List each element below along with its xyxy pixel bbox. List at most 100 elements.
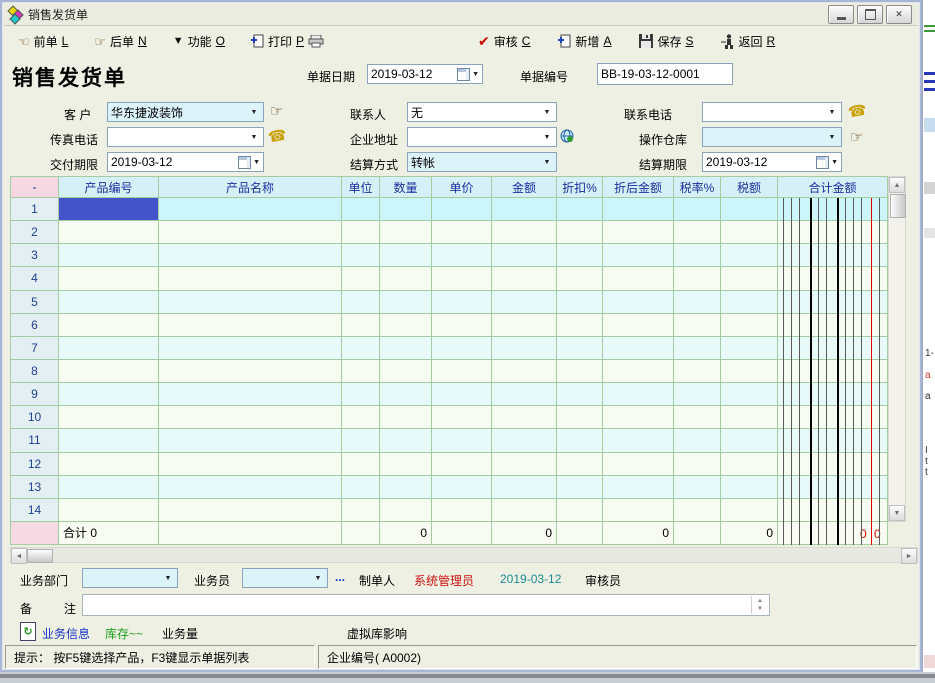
grid-cell[interactable] [778,406,888,429]
grid-cell[interactable] [778,267,888,290]
grid-cell[interactable] [492,244,557,267]
grid-cell[interactable] [492,314,557,337]
grid-cell[interactable] [432,476,492,499]
grid-cell[interactable] [674,476,721,499]
grid-cell[interactable] [342,291,380,314]
grid-cell[interactable] [380,476,432,499]
grid-cell[interactable] [380,383,432,406]
horizontal-scroll-thumb[interactable] [27,549,53,563]
grid-cell[interactable] [342,453,380,476]
grid-cell[interactable] [603,291,674,314]
grid-cell[interactable] [557,314,603,337]
grid-cell[interactable] [59,267,159,290]
minimize-button[interactable] [828,5,854,24]
grid-cell[interactable] [432,337,492,360]
contact-phone-select[interactable]: ▼ [702,102,842,122]
grid-cell[interactable] [159,360,342,383]
grid-cell[interactable] [721,267,778,290]
biz-info-link[interactable]: 业务信息 [42,625,90,642]
grid-cell[interactable] [557,360,603,383]
chevron-down-icon[interactable]: ▼ [541,134,553,141]
grid-cell[interactable] [721,383,778,406]
grid-cell[interactable] [342,198,380,221]
settle-method-select[interactable]: 转帐▼ [407,152,557,172]
grid-cell[interactable] [778,314,888,337]
address-select[interactable]: ▼ [407,127,557,147]
grid-cell[interactable] [778,244,888,267]
grid-cell[interactable] [159,244,342,267]
grid-cell[interactable] [59,476,159,499]
grid-cell[interactable] [492,429,557,452]
grid-cell[interactable] [557,476,603,499]
grid-cell[interactable] [778,221,888,244]
dept-select[interactable]: ▼ [82,568,178,588]
horizontal-scrollbar[interactable]: ◄ ► [10,547,918,563]
grid-cell[interactable] [721,244,778,267]
grid-cell[interactable] [557,499,603,522]
grid-cell[interactable] [159,267,342,290]
grid-cell[interactable] [432,314,492,337]
grid-cell[interactable] [674,314,721,337]
doc-no-field[interactable]: BB-19-03-12-0001 [597,63,733,85]
remark-input[interactable]: ▲▼ [82,594,770,616]
grid-cell[interactable] [159,383,342,406]
grid-cell[interactable] [721,429,778,452]
grid-cell[interactable] [342,244,380,267]
grid-cell[interactable] [721,360,778,383]
grid-cell[interactable] [159,476,342,499]
grid-cell[interactable] [380,221,432,244]
grid-cell[interactable] [721,499,778,522]
phone-icon[interactable]: ☎ [267,126,289,147]
prev-doc-button[interactable]: ☜ 前单L [12,31,74,52]
grid-cell[interactable] [342,476,380,499]
grid-cell[interactable] [603,499,674,522]
grid-cell[interactable] [778,291,888,314]
grid-cell[interactable] [380,360,432,383]
grid-cell[interactable] [778,383,888,406]
grid-cell[interactable] [778,499,888,522]
grid-cell[interactable] [432,429,492,452]
contact-select[interactable]: 无▼ [407,102,557,122]
grid-cell[interactable] [674,406,721,429]
calendar-icon[interactable]: ▼ [457,68,479,81]
phone-icon[interactable]: ☎ [847,101,869,122]
grid-cell[interactable] [342,429,380,452]
grid-cell[interactable] [603,314,674,337]
grid-cell[interactable] [159,406,342,429]
grid-cell[interactable] [380,291,432,314]
scroll-down-icon[interactable]: ▼ [889,505,905,521]
chevron-down-icon[interactable]: ▼ [248,109,260,116]
chevron-down-icon[interactable]: ▼ [312,575,324,582]
grid-cell[interactable] [59,499,159,522]
grid-cell[interactable] [159,429,342,452]
warehouse-select[interactable]: ▼ [702,127,842,147]
grid-cell[interactable] [778,476,888,499]
grid-cell[interactable] [159,314,342,337]
grid-cell[interactable] [342,314,380,337]
grid-cell[interactable] [59,429,159,452]
calendar-icon[interactable]: ▼ [816,156,838,169]
grid-cell[interactable] [492,499,557,522]
settle-deadline-field[interactable]: 2019-03-12 ▼ [702,152,842,172]
functions-button[interactable]: ▼ 功能O [167,31,231,52]
grid-cell[interactable] [674,360,721,383]
grid-cell[interactable] [159,499,342,522]
grid-cell[interactable] [721,291,778,314]
grid-cell[interactable] [159,453,342,476]
grid-cell[interactable] [674,429,721,452]
grid-cell[interactable] [557,198,603,221]
grid-cell[interactable] [674,198,721,221]
grid-cell[interactable] [380,499,432,522]
grid-cell[interactable] [59,221,159,244]
grid-cell[interactable] [59,383,159,406]
grid-cell[interactable] [603,267,674,290]
grid-cell[interactable] [432,406,492,429]
grid-cell[interactable] [557,383,603,406]
grid-cell[interactable] [342,406,380,429]
scroll-left-icon[interactable]: ◄ [11,548,27,564]
print-button[interactable]: 打印P [245,31,330,52]
next-doc-button[interactable]: ☞ 后单N [88,31,152,52]
grid-cell[interactable] [432,383,492,406]
grid-cell[interactable] [59,360,159,383]
grid-cell[interactable] [432,360,492,383]
